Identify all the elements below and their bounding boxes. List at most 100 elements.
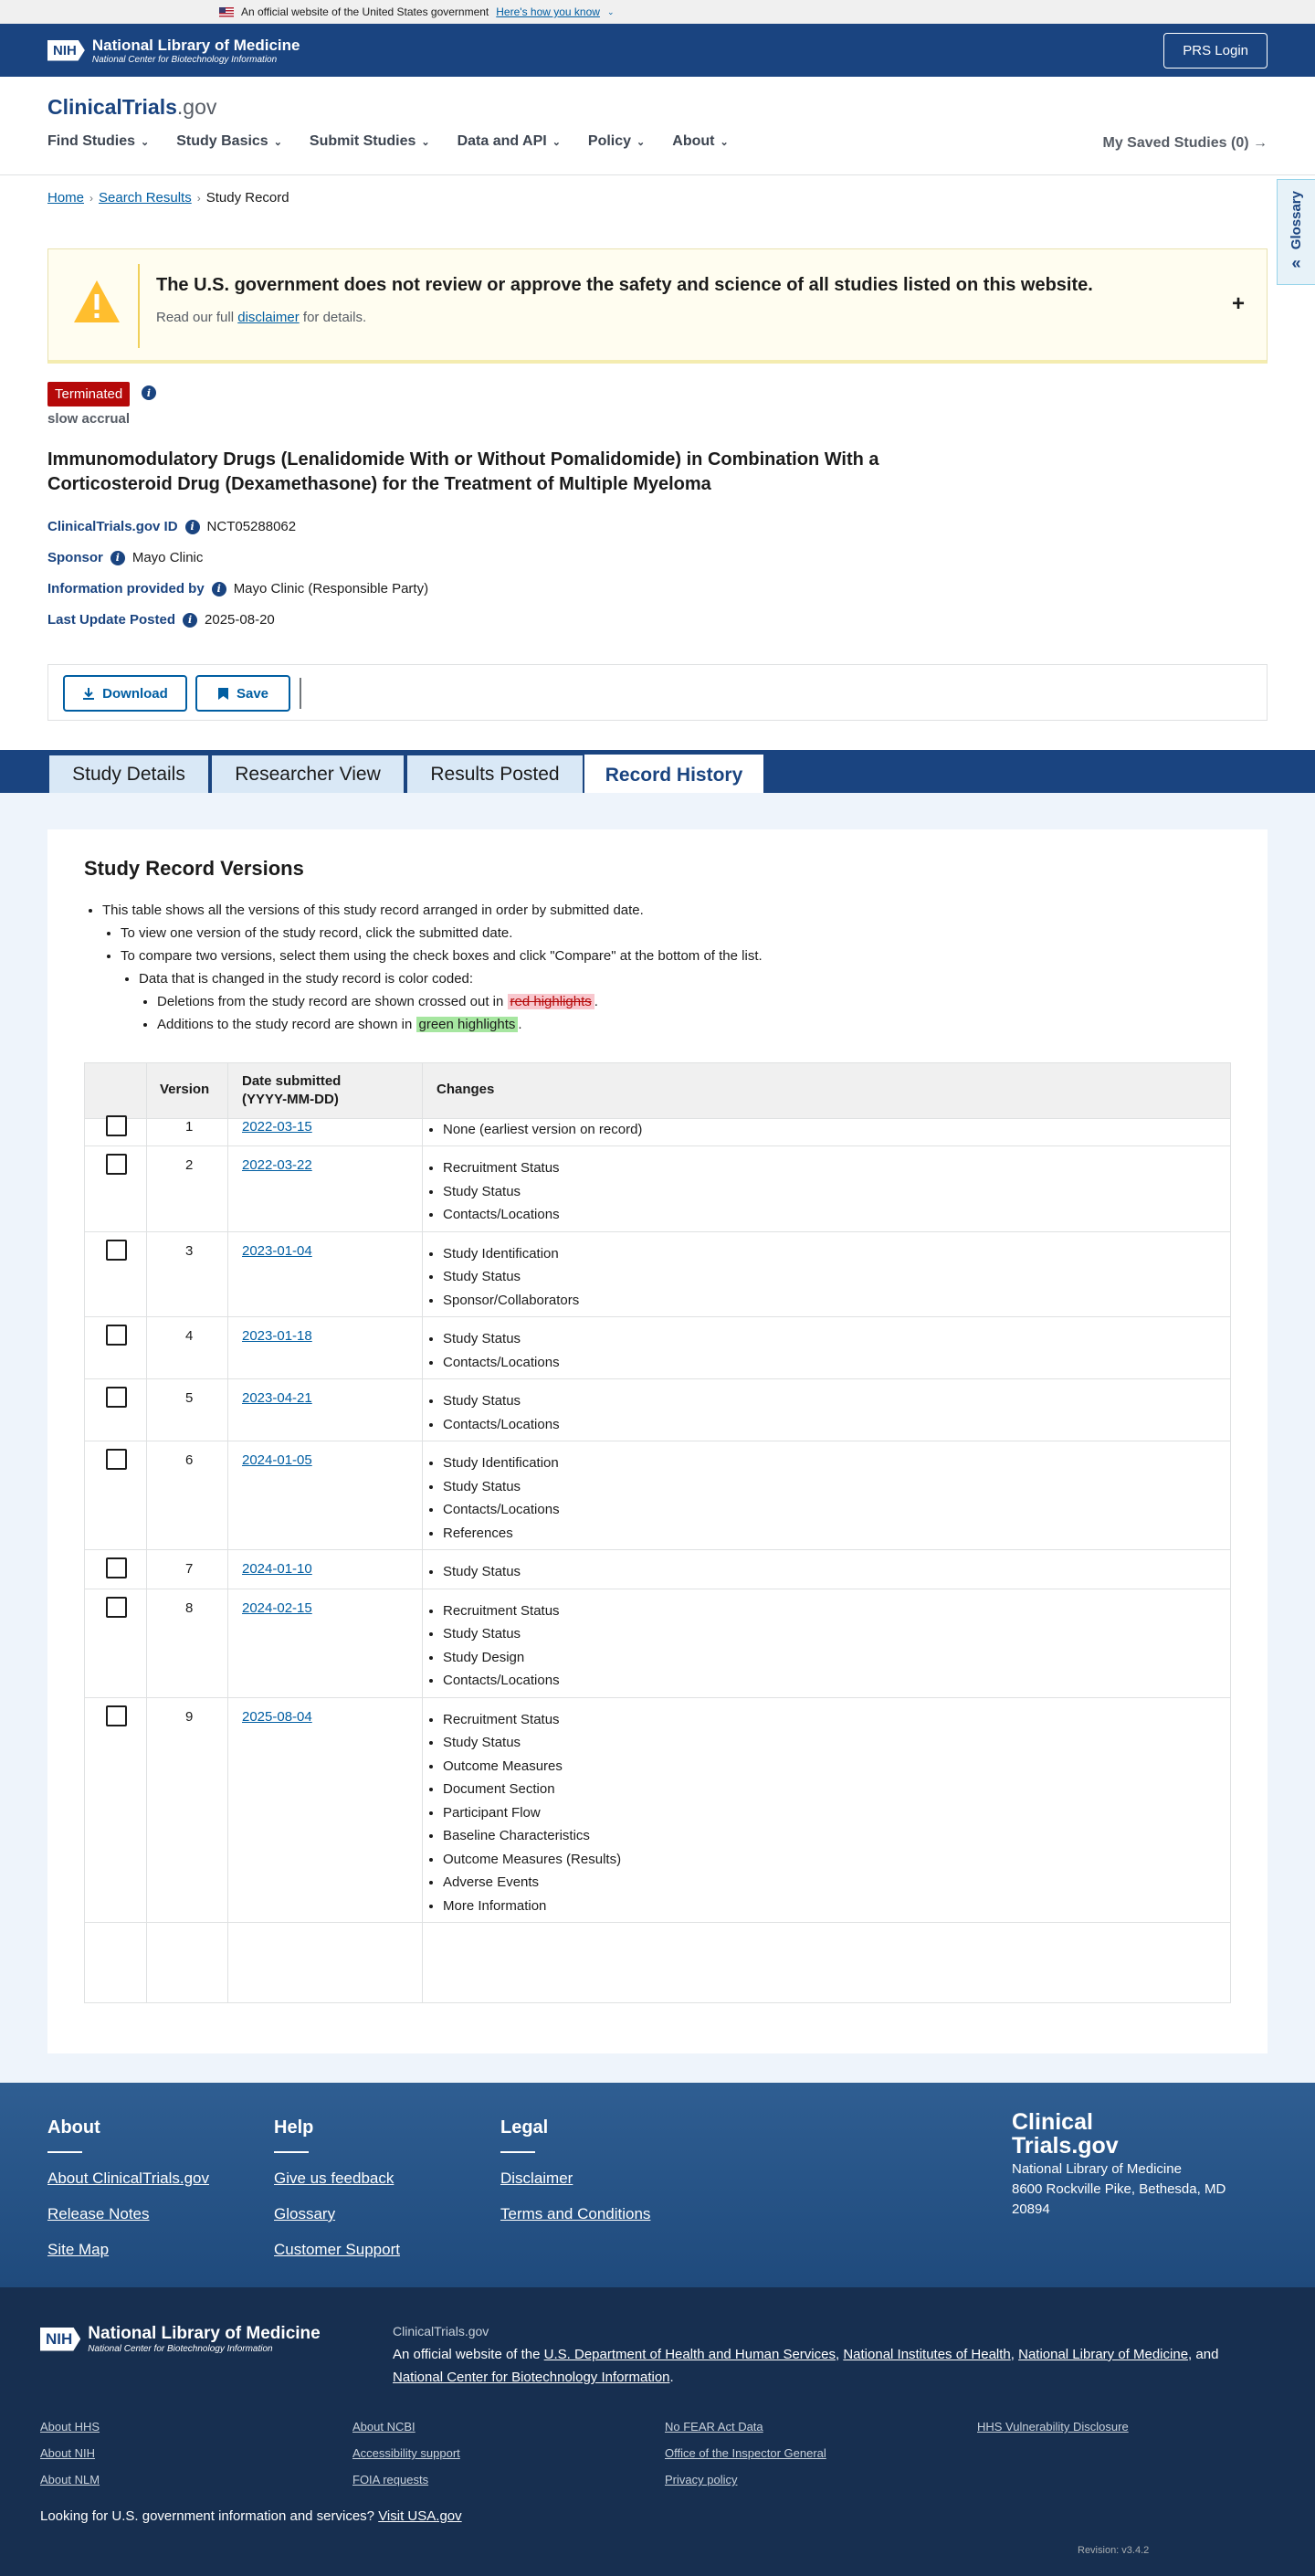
version-date-link[interactable]: 2023-04-21 xyxy=(242,1390,312,1406)
version-date-link[interactable]: 2023-01-18 xyxy=(242,1328,312,1344)
gov-banner-text: An official website of the United States… xyxy=(241,5,489,18)
footer-link[interactable]: Terms and Conditions xyxy=(500,2205,650,2223)
info-icon[interactable]: i xyxy=(183,612,198,628)
info-icon[interactable]: i xyxy=(110,550,125,565)
study-tabs: Study Details Researcher View Results Po… xyxy=(0,750,1315,794)
menu-study-basics[interactable]: Study Basics ⌄ xyxy=(176,133,282,150)
version-date-link[interactable]: 2025-08-04 xyxy=(242,1709,312,1725)
versions-table: Version Date submitted (YYYY-MM-DD) Chan… xyxy=(84,1062,1231,2003)
clinicaltrials-logo[interactable]: ClinicalTrials.gov xyxy=(47,95,216,120)
compare-checkbox[interactable] xyxy=(106,1557,127,1578)
nih-link[interactable]: National Institutes of Health xyxy=(843,2347,1010,2362)
usa-gov-link[interactable]: Visit USA.gov xyxy=(378,2508,461,2524)
compare-checkbox[interactable] xyxy=(106,1154,127,1175)
change-item: Document Section xyxy=(443,1778,621,1801)
compare-checkbox[interactable] xyxy=(106,1239,127,1261)
breadcrumb-home[interactable]: Home xyxy=(47,190,84,206)
official-website-text: ClinicalTrials.gov An official website o… xyxy=(393,2324,1219,2385)
compare-checkbox[interactable] xyxy=(106,1325,127,1346)
arrow-right-icon: → xyxy=(1253,135,1268,151)
nlm-title: National Library of Medicine xyxy=(91,36,300,54)
menu-submit-studies[interactable]: Submit Studies ⌄ xyxy=(310,133,430,150)
version-date-link[interactable]: 2022-03-22 xyxy=(242,1157,312,1173)
table-row: 9 2025-08-04 Recruitment StatusStudy Statu… xyxy=(85,1698,1230,1923)
tab-study-details[interactable]: Study Details xyxy=(47,754,210,793)
saved-studies-link[interactable]: My Saved Studies (0) → xyxy=(1103,135,1268,152)
hhs-link[interactable]: U.S. Department of Health and Human Serv… xyxy=(544,2347,836,2362)
footer-link[interactable]: Site Map xyxy=(47,2241,209,2259)
footer-link[interactable]: Accessibility support xyxy=(352,2440,460,2466)
version-number: 3 xyxy=(185,1242,194,1259)
change-item: Sponsor/Collaborators xyxy=(443,1289,579,1313)
note-item: To compare two versions, select them usi… xyxy=(121,945,763,967)
glossary-label: Glossary xyxy=(1289,191,1304,250)
footer-link[interactable]: About ClinicalTrials.gov xyxy=(47,2170,209,2188)
expand-plus-icon[interactable]: + xyxy=(1232,291,1245,317)
prs-login-button[interactable]: PRS Login xyxy=(1163,32,1268,69)
version-date-link[interactable]: 2024-02-15 xyxy=(242,1600,312,1616)
table-row: 8 2024-02-15 Recruitment StatusStudy Statu… xyxy=(85,1589,1230,1698)
version-number: 4 xyxy=(185,1328,194,1344)
table-row: 3 2023-01-04 Study IdentificationStudy Sta… xyxy=(85,1232,1230,1317)
changes-list: Study Status xyxy=(443,1560,521,1584)
compare-checkbox[interactable] xyxy=(106,1596,127,1618)
disclaimer-link[interactable]: disclaimer xyxy=(237,310,300,325)
footer-link[interactable]: Privacy policy xyxy=(665,2466,826,2493)
footer-link[interactable]: FOIA requests xyxy=(352,2466,460,2493)
ncbi-link[interactable]: National Center for Biotechnology Inform… xyxy=(393,2370,670,2385)
footer-link[interactable]: Give us feedback xyxy=(274,2170,400,2188)
breadcrumb-search-results[interactable]: Search Results xyxy=(99,190,192,206)
compare-checkbox[interactable] xyxy=(106,1387,127,1408)
footer-link[interactable]: About HHS xyxy=(40,2413,100,2440)
chevron-right-icon: › xyxy=(196,191,201,205)
footer-link[interactable]: Glossary xyxy=(274,2205,400,2223)
save-button[interactable]: Save xyxy=(195,675,290,712)
compare-checkbox[interactable] xyxy=(106,1115,127,1136)
version-number: 2 xyxy=(185,1157,194,1173)
study-id-row: ClinicalTrials.gov ID i NCT05288062 xyxy=(47,519,296,534)
menu-data-and-api[interactable]: Data and API ⌄ xyxy=(458,133,561,150)
compare-checkbox[interactable] xyxy=(106,1705,127,1726)
tab-researcher-view[interactable]: Researcher View xyxy=(210,754,405,793)
footer-link[interactable]: No FEAR Act Data xyxy=(665,2413,826,2440)
footer-link[interactable]: Customer Support xyxy=(274,2241,400,2259)
version-date-link[interactable]: 2022-03-15 xyxy=(242,1119,312,1135)
change-item: Study Status xyxy=(443,1265,579,1289)
nlm-logo[interactable]: NIH National Library of Medicine Nationa… xyxy=(47,37,300,65)
footer-link[interactable]: HHS Vulnerability Disclosure xyxy=(977,2413,1129,2440)
version-date-link[interactable]: 2024-01-10 xyxy=(242,1561,312,1577)
study-id-label: ClinicalTrials.gov ID xyxy=(47,519,178,534)
heres-how-you-know-link[interactable]: Here's how you know xyxy=(496,5,600,18)
menu-about[interactable]: About ⌄ xyxy=(672,133,728,150)
glossary-tab[interactable]: Glossary « xyxy=(1277,179,1315,285)
nlm-link[interactable]: National Library of Medicine xyxy=(1018,2347,1188,2362)
change-item: Outcome Measures (Results) xyxy=(443,1848,621,1872)
site-nav: ClinicalTrials.gov Find Studies ⌄ Study B… xyxy=(0,77,1315,175)
color-code-notes: This table shows all the versions of thi… xyxy=(84,899,763,1036)
menu-find-studies[interactable]: Find Studies ⌄ xyxy=(47,133,149,150)
version-date-link[interactable]: 2024-01-05 xyxy=(242,1452,312,1468)
info-icon[interactable]: i xyxy=(142,385,156,400)
chevron-down-icon: ⌄ xyxy=(606,6,615,16)
info-icon[interactable]: i xyxy=(211,581,226,596)
download-button[interactable]: Download xyxy=(63,675,187,712)
nlm-footer-logo[interactable]: NIH National Library of Medicine Nationa… xyxy=(40,2324,321,2354)
version-date-link[interactable]: 2023-01-04 xyxy=(242,1243,312,1259)
footer-ct-logo: Clinical Trials.gov National Library of … xyxy=(1012,2109,1226,2217)
footer-link[interactable]: About NLM xyxy=(40,2466,100,2493)
change-item: Study Design xyxy=(443,1646,560,1670)
note-item: This table shows all the versions of thi… xyxy=(102,899,763,922)
chevron-down-icon: ⌄ xyxy=(720,136,729,148)
tab-results-posted[interactable]: Results Posted xyxy=(405,754,584,793)
footer-link[interactable]: Office of the Inspector General xyxy=(665,2440,826,2466)
menu-policy[interactable]: Policy ⌄ xyxy=(588,133,645,150)
table-row: 4 2023-01-18 Study StatusContacts/Location… xyxy=(85,1317,1230,1379)
footer-link[interactable]: About NIH xyxy=(40,2440,100,2466)
info-icon[interactable]: i xyxy=(184,519,200,534)
footer-link[interactable]: Release Notes xyxy=(47,2205,209,2223)
tab-record-history[interactable]: Record History xyxy=(584,755,763,794)
change-item: More Information xyxy=(443,1895,621,1918)
compare-checkbox[interactable] xyxy=(106,1449,127,1470)
footer-link[interactable]: About NCBI xyxy=(352,2413,460,2440)
footer-link[interactable]: Disclaimer xyxy=(500,2170,650,2188)
